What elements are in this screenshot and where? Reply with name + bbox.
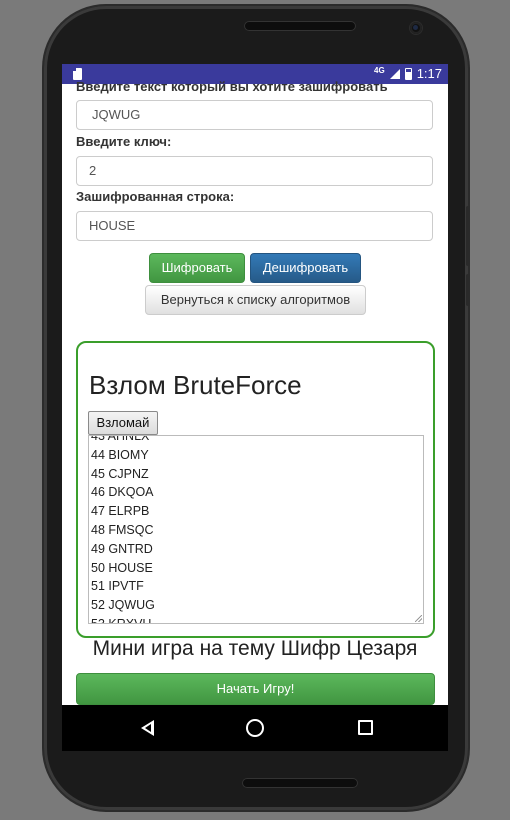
key-label: Введите ключ: [76, 134, 172, 149]
result-row: 51 IPVTF [91, 579, 144, 594]
home-icon[interactable] [246, 719, 264, 737]
game-title: Мини игра на тему Шифр Цезаря [92, 637, 418, 660]
clock: 1:17 [416, 66, 442, 81]
result-row: 50 HOUSE [91, 560, 153, 575]
recent-apps-icon[interactable] [358, 720, 373, 735]
power-button [466, 274, 470, 306]
start-game-button[interactable]: Начать Игру! [76, 673, 435, 705]
result-row: 44 BIOMY [91, 447, 149, 462]
bottom-speaker [242, 778, 358, 788]
results-textarea[interactable]: 43 AHNLX 44 BIOMY 45 CJPNZ 46 DKQOA 47 E… [88, 435, 424, 624]
result-row: 43 AHNLX [91, 435, 150, 443]
resize-grip-icon[interactable] [415, 615, 422, 622]
signal-icon [389, 68, 400, 79]
result-row: 53 KRXVH [91, 616, 152, 624]
key-input[interactable]: 2 [76, 156, 433, 186]
result-row: 52 JQWUG [91, 598, 155, 613]
result-row: 49 GNTRD [91, 541, 153, 556]
result-output[interactable]: HOUSE [76, 211, 433, 241]
volume-button [466, 206, 470, 266]
result-row: 48 FMSQC [91, 522, 154, 537]
network-type: 4G [374, 66, 385, 75]
results-list: 43 AHNLX 44 BIOMY 45 CJPNZ 46 DKQOA 47 E… [91, 435, 155, 624]
result-row: 47 ELRPB [91, 504, 150, 519]
plaintext-input[interactable]: JQWUG [76, 100, 433, 130]
result-row: 46 DKQOA [91, 485, 154, 500]
back-to-list-button[interactable]: Вернуться к списку алгоритмов [145, 285, 366, 315]
battery-icon [404, 67, 412, 80]
text-input-label: Введите текст который вы хотите зашифров… [76, 79, 388, 94]
top-speaker [244, 21, 356, 31]
encrypt-button[interactable]: Шифровать [149, 253, 245, 283]
bruteforce-title: Взлом BruteForce [89, 370, 302, 400]
decrypt-button[interactable]: Дешифровать [250, 253, 361, 283]
navigation-bar [62, 705, 448, 751]
crack-button[interactable]: Взломай [88, 411, 158, 435]
back-icon[interactable] [141, 720, 154, 736]
bruteforce-panel: Взлом BruteForce Взломай 43 AHNLX 44 BIO… [76, 341, 435, 638]
result-row: 45 CJPNZ [91, 466, 149, 481]
result-label: Зашифрованная строка: [76, 189, 235, 204]
app-screen: 4G 1:17 Введите текст который вы хотите … [62, 64, 448, 705]
front-camera [410, 22, 422, 34]
